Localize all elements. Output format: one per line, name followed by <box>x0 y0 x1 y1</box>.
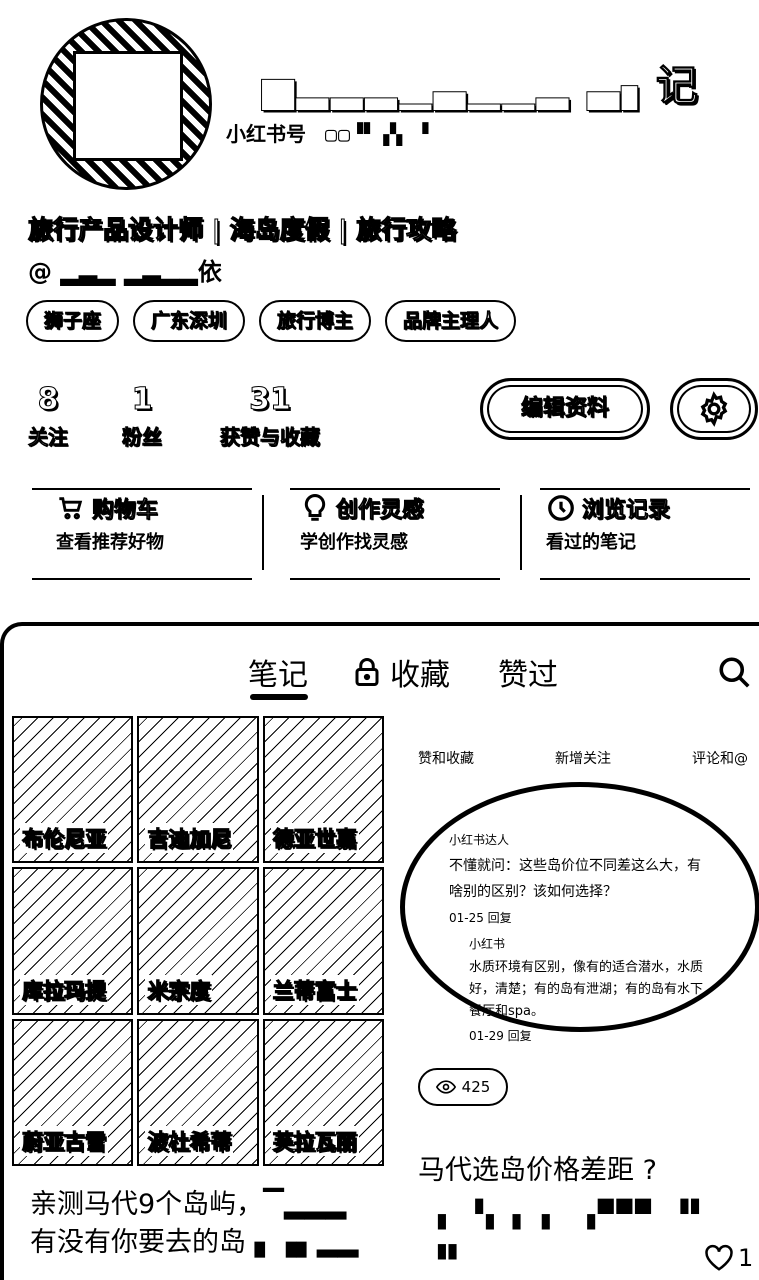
gear-icon <box>700 391 728 427</box>
view-count: 425 <box>418 1068 508 1106</box>
grid-cell: 芙拉瓦丽 <box>262 1018 384 1166</box>
quick-history-sub: 看过的笔记 <box>546 532 636 553</box>
grid-caption: 米宗度 <box>145 974 213 1005</box>
tag-role: 旅行博主 <box>259 300 372 342</box>
stat-followers-label: 粉丝 <box>122 425 163 450</box>
tag-brand: 品牌主理人 <box>385 300 517 342</box>
header-item: 赞和收藏 <box>418 751 474 767</box>
settings-button[interactable] <box>670 378 758 440</box>
stat-likes-num: 31 <box>249 382 292 418</box>
quick-inspiration-sub: 学创作找灵感 <box>300 532 408 553</box>
grid-caption: 德亚世嘉 <box>270 823 359 854</box>
quick-cart[interactable]: 购物车 查看推荐好物 <box>56 492 164 582</box>
reply-time: 01-29 回复 <box>469 1029 532 1043</box>
tab-indicator <box>250 694 308 700</box>
profile-name: ▅▂▂▂▁▃▁▁▂ ▃▖记 <box>262 61 700 111</box>
grid-caption: 波杜希蒂 <box>145 1125 234 1156</box>
quick-inspiration[interactable]: 创作灵感 学创作找灵感 <box>300 492 424 582</box>
comment-time: 01-25 回复 <box>449 911 512 925</box>
clock-icon <box>548 495 574 521</box>
comment-text: 不懂就问：这些岛价位不同差这么大，有啥别的区别？该如何选择？ <box>449 858 701 900</box>
grid-caption: 蔚亚古雪 <box>20 1125 108 1156</box>
tab-liked[interactable]: 赞过 <box>498 650 558 694</box>
eye-icon <box>435 1080 456 1094</box>
grid-cell: 兰蒂富士 <box>262 867 384 1015</box>
grid-caption: 布伦尼亚 <box>20 823 108 854</box>
quick-cart-title: 购物车 <box>92 498 159 524</box>
search-icon[interactable] <box>716 654 752 690</box>
grid-cell: 库拉玛提 <box>12 867 134 1015</box>
tab-collect-label: 收藏 <box>390 658 450 693</box>
quick-history-title: 浏览记录 <box>582 498 671 524</box>
reply-text: 水质环境有区别，像有的适合潜水，水质好，清楚；有的岛有泄湖；有的岛有水下餐厅和s… <box>469 960 704 1019</box>
grid-cell: 蔚亚古雪 <box>12 1018 134 1166</box>
stat-followers-num: 1 <box>131 382 153 418</box>
stat-following-label: 关注 <box>28 425 69 450</box>
id-label: 小红书号 <box>226 122 306 146</box>
note1-title[interactable]: 亲测马代9个岛屿，▔▂▂▂ 有没有你要去的岛 ▖▗▖▂▂ <box>30 1186 360 1262</box>
grid-caption: 吉迪加尼 <box>145 823 234 854</box>
tag-location: 广东深圳 <box>133 300 246 342</box>
profile-tags: 狮子座 广东深圳 旅行博主 品牌主理人 <box>26 300 517 342</box>
header-item: 新增关注 <box>555 751 611 767</box>
tab-collect[interactable]: 收藏 <box>354 650 450 694</box>
quick-history[interactable]: 浏览记录 看过的笔记 <box>546 492 670 582</box>
grid-caption: 库拉玛提 <box>20 974 108 1005</box>
grid-cell: 米宗度 <box>137 867 259 1015</box>
note2-cover-comments[interactable]: 小红书达人 不懂就问：这些岛价位不同差这么大，有啥别的区别？该如何选择？ 01-… <box>400 782 759 1043</box>
profile-at[interactable]: @ ▂▃▂ ▂▃▂▂依 <box>28 252 222 287</box>
stat-following-num: 8 <box>37 382 59 418</box>
grid-caption: 芙拉瓦丽 <box>270 1125 359 1156</box>
note2-cover-header: 赞和收藏 新增关注 评论和@ <box>418 748 748 768</box>
edit-profile-button[interactable]: 编辑资料 <box>480 378 650 440</box>
heart-icon <box>705 1244 733 1271</box>
tag-zodiac: 狮子座 <box>26 300 120 342</box>
reply-user: 小红书 <box>469 937 506 951</box>
cart-icon <box>59 497 83 520</box>
avatar[interactable] <box>40 18 212 190</box>
lock-icon <box>355 658 379 686</box>
comment-user: 小红书达人 <box>449 833 510 847</box>
like-count: 1 <box>738 1244 754 1272</box>
grid-cell: 波杜希蒂 <box>137 1018 259 1166</box>
stat-likes[interactable]: 31 获赞与收藏 <box>220 382 321 450</box>
stat-following[interactable]: 8 关注 <box>28 382 69 450</box>
bulb-icon <box>304 493 326 521</box>
profile-bio: 旅行产品设计师 | 海岛度假 | 旅行攻略 <box>27 215 457 245</box>
view-count-value: 425 <box>461 1078 491 1096</box>
quick-cart-sub: 查看推荐好物 <box>56 532 164 553</box>
grid-cell: 德亚世嘉 <box>262 716 384 864</box>
redbook-id: 小红书号 ▢▢▝▘▗▚ ▝ <box>226 118 429 147</box>
note2-title[interactable]: 马代选岛价格差距 ? <box>418 1148 657 1187</box>
header-item: 评论和@ <box>692 751 748 767</box>
stat-likes-label: 获赞与收藏 <box>220 425 321 450</box>
tab-notes[interactable]: 笔记 <box>248 650 308 694</box>
id-value: ▢▢▝▘▗▚ ▝ <box>324 122 430 146</box>
note-cover-grid[interactable]: 布伦尼亚 吉迪加尼 德亚世嘉 库拉玛提 米宗度 兰蒂富士 蔚亚古雪 波杜希蒂 芙… <box>12 716 384 1166</box>
stat-followers[interactable]: 1 粉丝 <box>122 382 163 450</box>
grid-caption: 兰蒂富士 <box>270 974 359 1005</box>
grid-cell: 吉迪加尼 <box>137 716 259 864</box>
like-button[interactable]: 1 <box>704 1244 753 1272</box>
quick-inspiration-title: 创作灵感 <box>336 498 425 524</box>
grid-cell: 布伦尼亚 <box>12 716 134 864</box>
